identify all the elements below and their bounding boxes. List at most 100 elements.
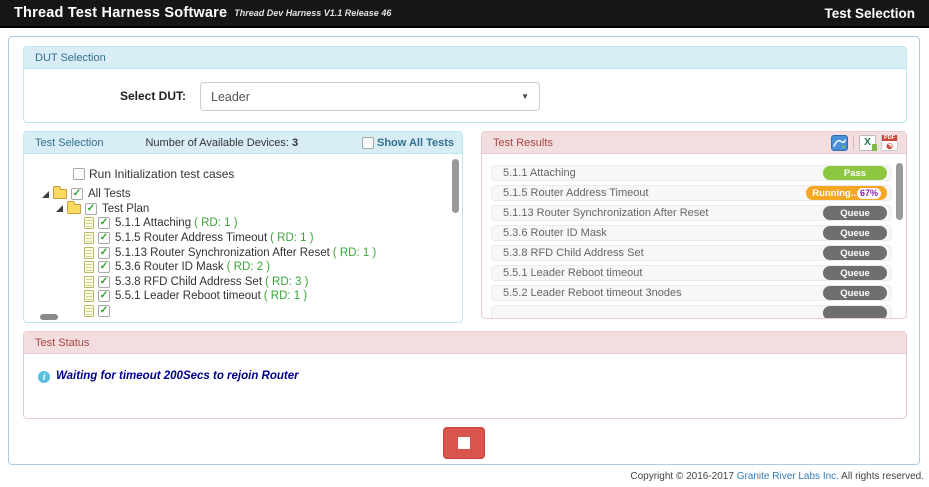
test-selection-panel: Test Selection Number of Available Devic… xyxy=(23,131,463,323)
pdf-label: PDF xyxy=(882,135,897,141)
pdf-export-icon[interactable]: PDF ☯ xyxy=(881,135,898,151)
table-row: 5.5.2 Leader Reboot timeout 3nodes Queue xyxy=(491,285,892,301)
status-badge: Queue xyxy=(823,226,887,240)
copyright-suffix: All rights reserved. xyxy=(839,471,924,482)
file-icon xyxy=(84,217,94,229)
result-name: 5.5.2 Leader Reboot timeout 3nodes xyxy=(503,287,682,299)
tree-item-test-plan[interactable]: Test Plan xyxy=(24,202,462,217)
show-all-tests-label: Show All Tests xyxy=(377,137,454,149)
tree-item-test-case[interactable]: 5.1.13 Router Synchronization After Rese… xyxy=(24,245,462,260)
status-badge: Running..67% xyxy=(806,186,887,200)
show-all-tests-toggle[interactable]: Show All Tests xyxy=(362,137,454,149)
company-link[interactable]: Granite River Labs Inc. xyxy=(737,471,839,482)
expand-arrow-icon[interactable] xyxy=(42,191,49,198)
status-message: Waiting for timeout 200Secs to rejoin Ro… xyxy=(56,370,299,382)
test-status-panel: Test Status i Waiting for timeout 200Sec… xyxy=(23,331,907,419)
tree-checkbox[interactable] xyxy=(98,261,110,273)
result-name: 5.3.6 Router ID Mask xyxy=(503,227,607,239)
table-row-partial xyxy=(491,305,892,318)
available-devices-text: Number of Available Devices: 3 xyxy=(145,137,298,149)
tree-checkbox[interactable] xyxy=(98,217,110,229)
icon-divider xyxy=(853,136,854,150)
tree-checkbox[interactable] xyxy=(85,203,97,215)
test-results-title: Test Results xyxy=(493,137,553,149)
app-header: Thread Test Harness Software Thread Dev … xyxy=(0,0,929,28)
result-name: 5.3.8 RFD Child Address Set xyxy=(503,247,644,259)
dut-panel-header: DUT Selection xyxy=(24,47,906,69)
status-badge: Pass xyxy=(823,166,887,180)
results-vertical-scrollbar[interactable] xyxy=(896,163,903,220)
file-icon xyxy=(84,232,94,244)
copyright-prefix: Copyright © 2016-2017 xyxy=(630,471,736,482)
expand-arrow-icon[interactable] xyxy=(56,205,63,212)
status-badge: Queue xyxy=(823,266,887,280)
tree-item-test-case[interactable]: 5.1.5 Router Address Timeout ( RD: 1 ) xyxy=(24,231,462,246)
tree-checkbox[interactable] xyxy=(98,276,110,288)
tree-horizontal-scrollbar[interactable] xyxy=(40,314,58,320)
result-name: 5.5.1 Leader Reboot timeout xyxy=(503,267,642,279)
page-title: Test Selection xyxy=(824,6,915,21)
file-icon xyxy=(84,261,94,273)
tree-checkbox[interactable] xyxy=(98,232,110,244)
main-container: DUT Selection Select DUT: Leader ▼ Test … xyxy=(8,36,920,465)
status-badge: Queue xyxy=(823,286,887,300)
available-devices-count: 3 xyxy=(292,137,298,149)
run-init-label: Run Initialization test cases xyxy=(89,167,234,181)
dut-selection-panel: DUT Selection Select DUT: Leader ▼ xyxy=(23,46,907,123)
result-name: 5.1.5 Router Address Timeout xyxy=(503,187,649,199)
chevron-down-icon: ▼ xyxy=(521,92,529,101)
available-devices-label: Number of Available Devices: xyxy=(145,137,288,149)
tree-item-label: 5.1.1 Attaching xyxy=(115,217,191,229)
tree-item-rd: ( RD: 1 ) xyxy=(194,217,237,229)
tree-item-rd: ( RD: 1 ) xyxy=(270,232,313,244)
tree-item-test-case[interactable]: 5.3.6 Router ID Mask ( RD: 2 ) xyxy=(24,260,462,275)
table-row: 5.3.8 RFD Child Address Set Queue xyxy=(491,245,892,261)
stop-button[interactable] xyxy=(443,427,485,459)
show-all-tests-checkbox[interactable] xyxy=(362,137,374,149)
test-selection-title: Test Selection xyxy=(35,137,103,149)
table-row: 5.1.13 Router Synchronization After Rese… xyxy=(491,205,892,221)
tree-item-label: 5.1.5 Router Address Timeout xyxy=(115,232,267,244)
tree-item-label: Test Plan xyxy=(102,203,149,215)
run-init-option[interactable]: Run Initialization test cases xyxy=(73,167,462,181)
result-name: 5.1.13 Router Synchronization After Rese… xyxy=(503,207,708,219)
folder-icon xyxy=(53,189,67,199)
tree-item-partial xyxy=(24,304,462,319)
tree-item-all-tests[interactable]: All Tests xyxy=(24,187,462,202)
run-init-checkbox[interactable] xyxy=(73,168,85,180)
app-title: Thread Test Harness Software xyxy=(14,5,227,21)
test-status-title: Test Status xyxy=(24,332,906,354)
tree-item-rd: ( RD: 1 ) xyxy=(333,247,376,259)
file-icon xyxy=(84,247,94,259)
tree-checkbox[interactable] xyxy=(98,290,110,302)
chart-export-icon[interactable] xyxy=(831,135,848,151)
file-icon xyxy=(84,276,94,288)
tree-item-label: 5.3.6 Router ID Mask xyxy=(115,261,224,273)
tree-item-test-case[interactable]: 5.5.1 Leader Reboot timeout ( RD: 1 ) xyxy=(24,289,462,304)
tree-item-test-case[interactable]: 5.3.8 RFD Child Address Set ( RD: 3 ) xyxy=(24,275,462,290)
tree-checkbox xyxy=(98,305,110,317)
excel-export-icon[interactable]: X xyxy=(859,135,876,151)
tree-checkbox[interactable] xyxy=(71,188,83,200)
test-results-list: 5.1.1 Attaching Pass 5.1.5 Router Addres… xyxy=(482,154,906,318)
test-tree-container: Run Initialization test cases All Tests … xyxy=(24,154,462,322)
tree-vertical-scrollbar[interactable] xyxy=(452,159,459,213)
app-version: Thread Dev Harness V1.1 Release 46 xyxy=(234,8,391,18)
folder-icon xyxy=(67,204,81,214)
pdf-swirl: ☯ xyxy=(886,143,893,151)
result-name: 5.1.1 Attaching xyxy=(503,167,576,179)
tree-item-test-case[interactable]: 5.1.1 Attaching ( RD: 1 ) xyxy=(24,216,462,231)
table-row: 5.3.6 Router ID Mask Queue xyxy=(491,225,892,241)
dut-select-dropdown[interactable]: Leader ▼ xyxy=(200,82,540,111)
tree-item-label: 5.1.13 Router Synchronization After Rese… xyxy=(115,247,330,259)
status-badge: Queue xyxy=(823,206,887,220)
test-results-panel: Test Results X PDF ☯ 5.1.1 Attaching Pas… xyxy=(481,131,907,319)
table-row: 5.1.1 Attaching Pass xyxy=(491,165,892,181)
tree-item-label: 5.5.1 Leader Reboot timeout xyxy=(115,290,261,302)
tree-item-rd: ( RD: 2 ) xyxy=(227,261,270,273)
stop-icon xyxy=(458,437,470,449)
table-row: 5.1.5 Router Address Timeout Running..67… xyxy=(491,185,892,201)
tree-item-rd: ( RD: 3 ) xyxy=(265,276,308,288)
running-label: Running.. xyxy=(812,188,856,199)
tree-checkbox[interactable] xyxy=(98,247,110,259)
